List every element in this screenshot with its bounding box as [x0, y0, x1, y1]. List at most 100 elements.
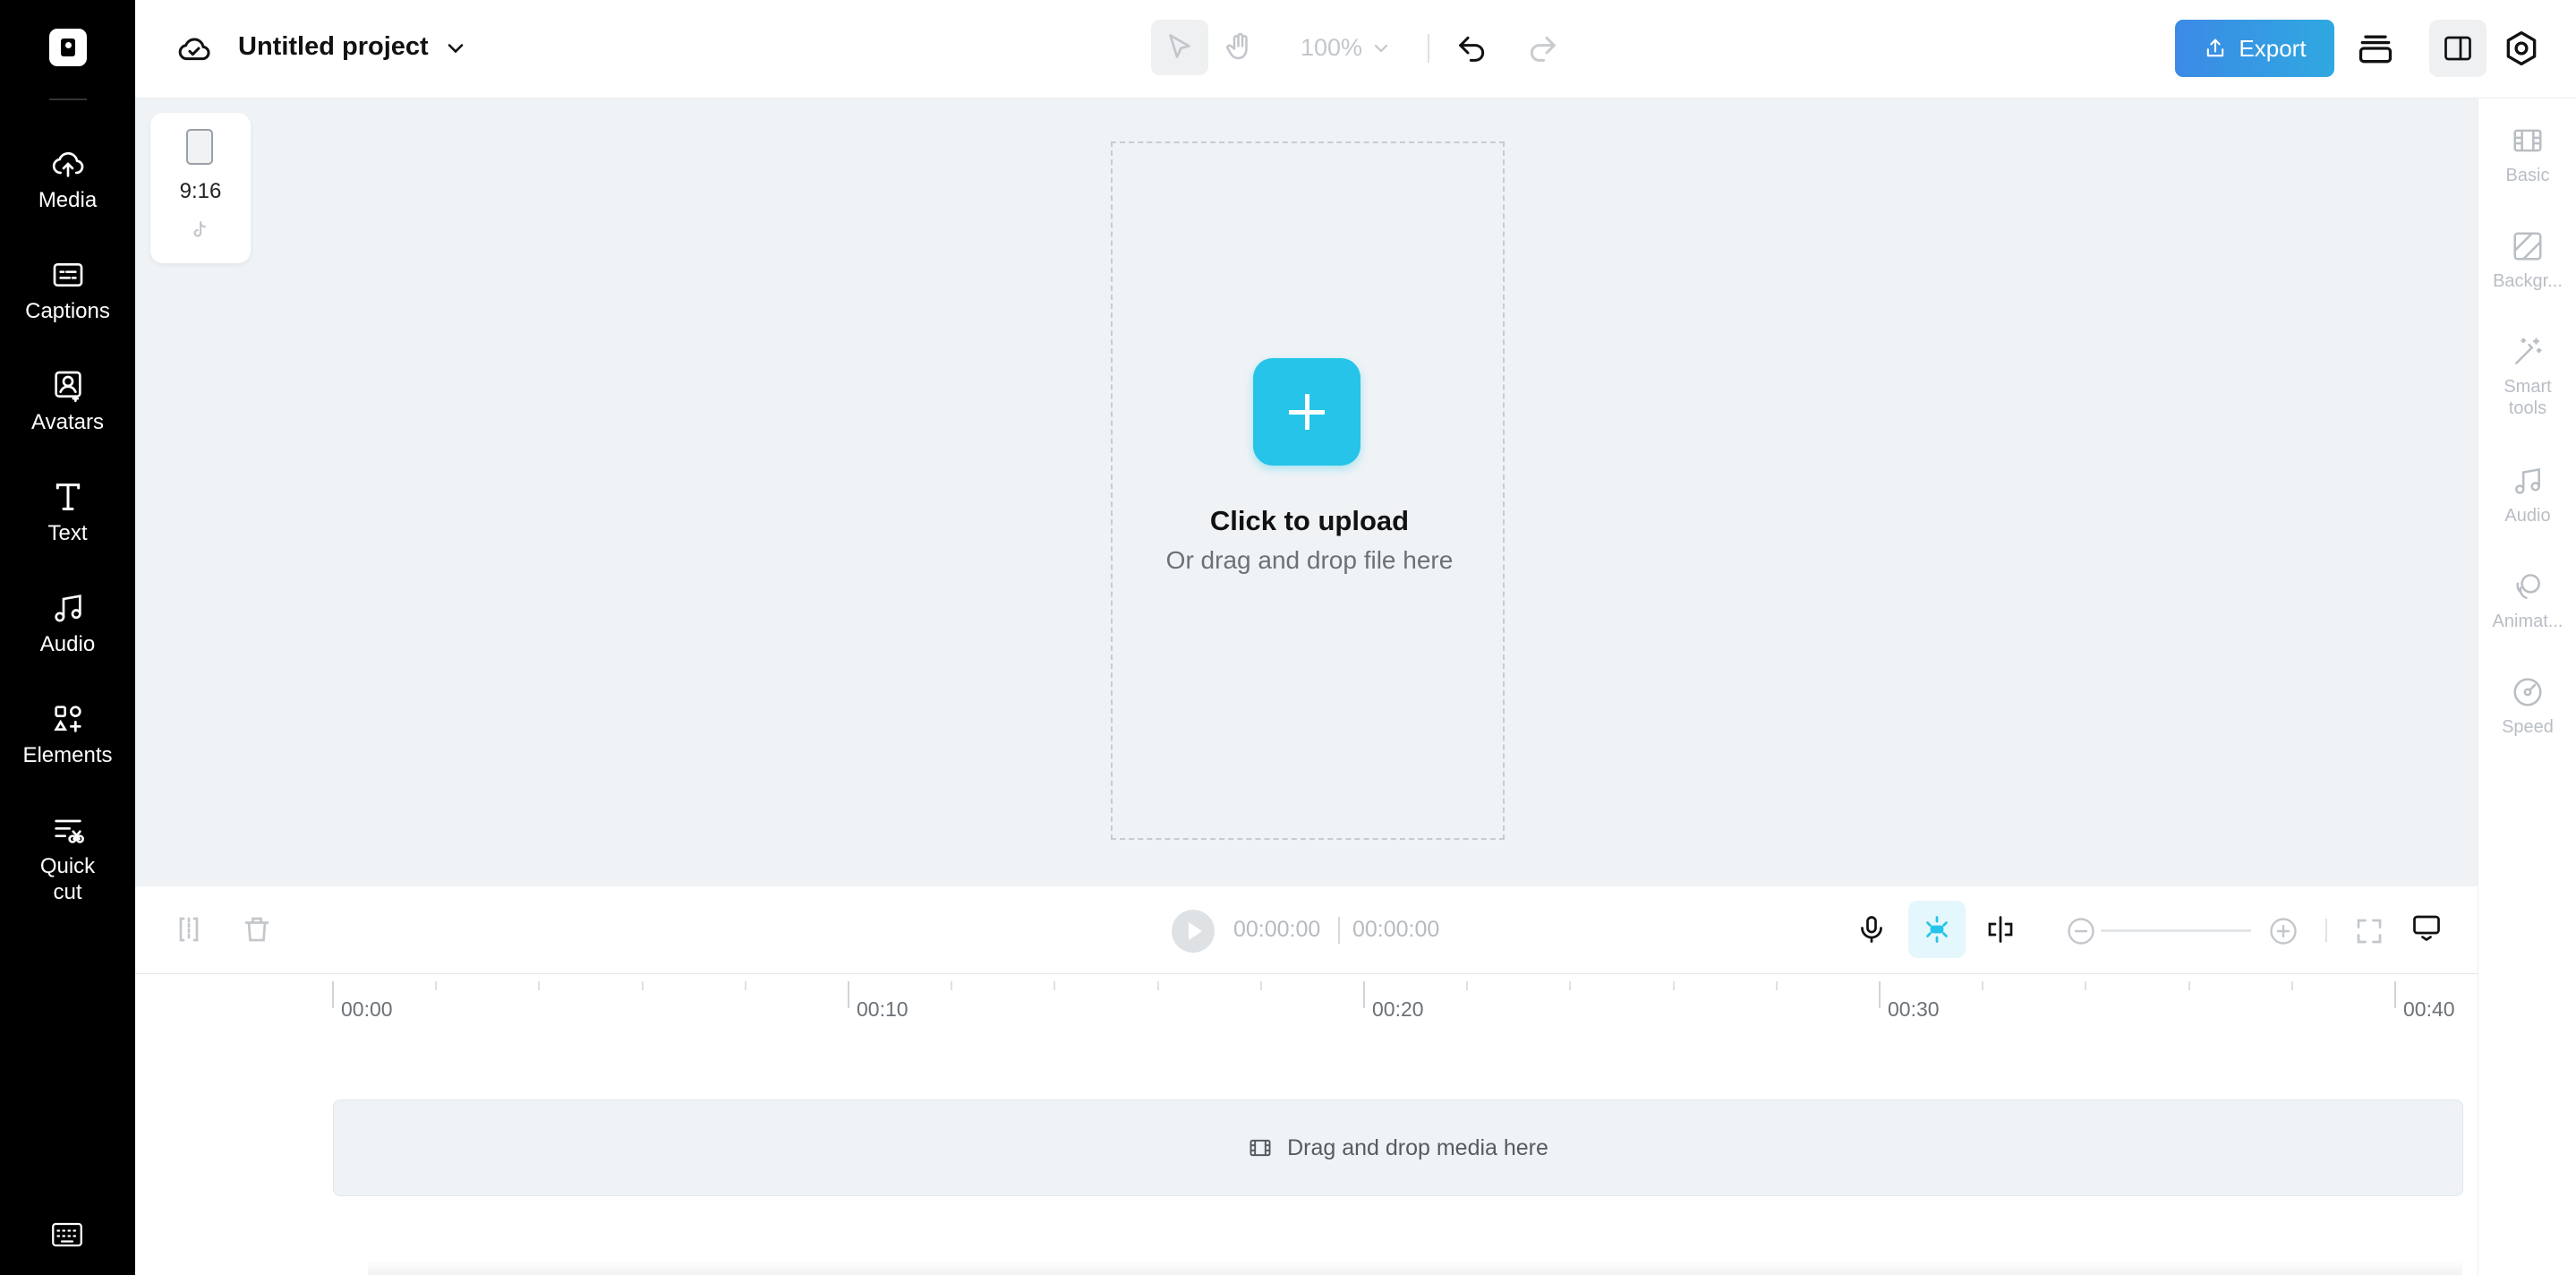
sidebar-item-label: Captions [25, 299, 110, 323]
timeline-area: 00:00 00:10 00:20 00:30 00:40 Drag and d… [135, 974, 2478, 1275]
sidebar-item-audio[interactable]: Audio [0, 590, 135, 680]
panel-item-label: Smart tools [2503, 377, 2552, 418]
zoom-in-icon[interactable] [2267, 915, 2299, 947]
sidebar-item-media[interactable]: Media [0, 146, 135, 235]
bottom-shadow [368, 1261, 2462, 1275]
export-button[interactable]: Export [2175, 20, 2334, 77]
split-icon[interactable] [173, 913, 205, 946]
sidebar-item-label: Audio [39, 632, 96, 656]
ruler-label: 00:30 [1888, 997, 1940, 1021]
sidebar-item-label: Text [47, 521, 88, 545]
panel-item-label: Speed [2502, 717, 2554, 737]
animation-icon [2516, 574, 2540, 599]
aspect-ratio-selector[interactable]: 9:16 [150, 113, 251, 263]
ruler-label: 00:00 [341, 997, 393, 1021]
panel-item-smart-tools[interactable]: Smart tools [2478, 335, 2576, 419]
cursor-arrow-icon [1169, 34, 1190, 58]
chevron-down-icon[interactable] [443, 36, 468, 61]
ruler-tick [1569, 981, 1572, 990]
ruler-tick [1053, 981, 1056, 990]
ruler-tick [435, 981, 438, 990]
app-logo[interactable] [49, 29, 87, 66]
quick-cut-icon [54, 819, 84, 843]
keyboard-icon[interactable] [50, 1221, 84, 1248]
upload-title: Click to upload [1209, 505, 1410, 536]
magnet-snap-button[interactable] [1908, 901, 1966, 958]
upload-plus-button[interactable] [1253, 358, 1361, 466]
hand-tool-button[interactable] [1211, 20, 1268, 75]
elements-icon [53, 706, 81, 732]
music-note-icon [2515, 467, 2540, 494]
ruler-label: 00:20 [1372, 997, 1424, 1021]
undo-icon[interactable] [1454, 30, 1490, 66]
media-drop-track[interactable]: Drag and drop media here [333, 1100, 2463, 1196]
toolbar-divider [1428, 34, 1429, 63]
gear-icon[interactable] [2502, 29, 2541, 68]
sidebar-item-label: Elements [22, 743, 113, 767]
fit-screen-icon[interactable] [2353, 915, 2385, 947]
video-frame-dropzone[interactable]: Click to upload Or drag and drop file he… [1111, 141, 1505, 840]
panel-item-audio[interactable]: Audio [2478, 464, 2576, 526]
upload-subtitle: Or drag and drop file here [1165, 546, 1454, 574]
ruler-tick [1156, 981, 1159, 990]
export-icon [2207, 39, 2224, 57]
panel-item-background[interactable]: Backgr... [2478, 229, 2576, 292]
background-icon [2513, 232, 2542, 261]
top-bar: Untitled project 100% Export [135, 0, 2576, 98]
side-panel-icon [2444, 36, 2471, 61]
captions-icon [53, 263, 82, 287]
total-time: 00:00:00 [1352, 917, 1440, 942]
toggle-panel-button[interactable] [2429, 20, 2486, 77]
timeline-ruler[interactable]: 00:00 00:10 00:20 00:30 00:40 [332, 981, 2462, 1021]
cloud-upload-icon [52, 151, 83, 177]
panel-item-basic[interactable]: Basic [2478, 124, 2576, 186]
monitor-dropdown-icon[interactable] [2410, 911, 2443, 944]
sidebar-item-captions[interactable]: Captions [0, 257, 135, 347]
ruler-tick [744, 981, 746, 990]
magic-wand-icon [2515, 338, 2542, 364]
aspect-ratio-label: 9:16 [179, 179, 222, 203]
panel-item-speed[interactable]: Speed [2478, 675, 2576, 738]
ruler-tick [1775, 981, 1778, 990]
ruler-tick [2290, 981, 2293, 990]
trash-icon[interactable] [241, 913, 273, 946]
film-icon [1250, 1139, 1271, 1157]
cloud-sync-icon[interactable] [176, 30, 212, 66]
time-divider [1338, 917, 1340, 944]
microphone-icon[interactable] [1855, 913, 1888, 946]
ruler-tick [951, 981, 953, 990]
play-button[interactable] [1172, 910, 1215, 953]
chevron-down-icon[interactable] [1370, 38, 1392, 59]
ruler-tick [1363, 981, 1365, 1008]
toolbar-divider [2325, 919, 2327, 942]
project-title[interactable]: Untitled project [238, 32, 429, 62]
music-note-icon [54, 595, 81, 622]
sidebar-item-elements[interactable]: Elements [0, 701, 135, 791]
tiktok-icon [193, 221, 207, 237]
redo-icon[interactable] [1524, 30, 1560, 66]
snap-icon [1926, 916, 1948, 943]
ruler-tick [1259, 981, 1262, 990]
timeline-zoom-slider[interactable] [2101, 929, 2251, 932]
text-icon [55, 483, 80, 510]
export-label: Export [2239, 34, 2307, 62]
panel-item-label: Basic [2505, 166, 2550, 185]
panel-item-animation[interactable]: Animat... [2478, 569, 2576, 632]
ruler-tick [332, 981, 334, 1008]
canvas-area: 9:16 Click to upload Or drag and drop fi… [135, 98, 2478, 886]
sidebar-divider [49, 98, 87, 100]
split-clip-icon[interactable] [1984, 913, 2017, 946]
panel-item-label: Animat... [2492, 612, 2563, 631]
layers-icon[interactable] [2356, 29, 2395, 68]
sidebar-item-avatars[interactable]: Avatars [0, 368, 135, 458]
sidebar-item-quick-cut[interactable]: Quick cut [0, 812, 135, 928]
zoom-level[interactable]: 100% [1301, 34, 1362, 62]
panel-item-label: Audio [2504, 506, 2551, 526]
ruler-label: 00:40 [2403, 997, 2455, 1021]
select-tool-button[interactable] [1151, 20, 1208, 75]
sidebar-item-text[interactable]: Text [0, 479, 135, 569]
zoom-out-icon[interactable] [2065, 915, 2097, 947]
ruler-tick [1879, 981, 1881, 1008]
left-sidebar: Media Captions Avatars Text Audio Elemen… [0, 0, 135, 1275]
timeline-toolbar: 00:00:00 00:00:00 [135, 886, 2478, 974]
